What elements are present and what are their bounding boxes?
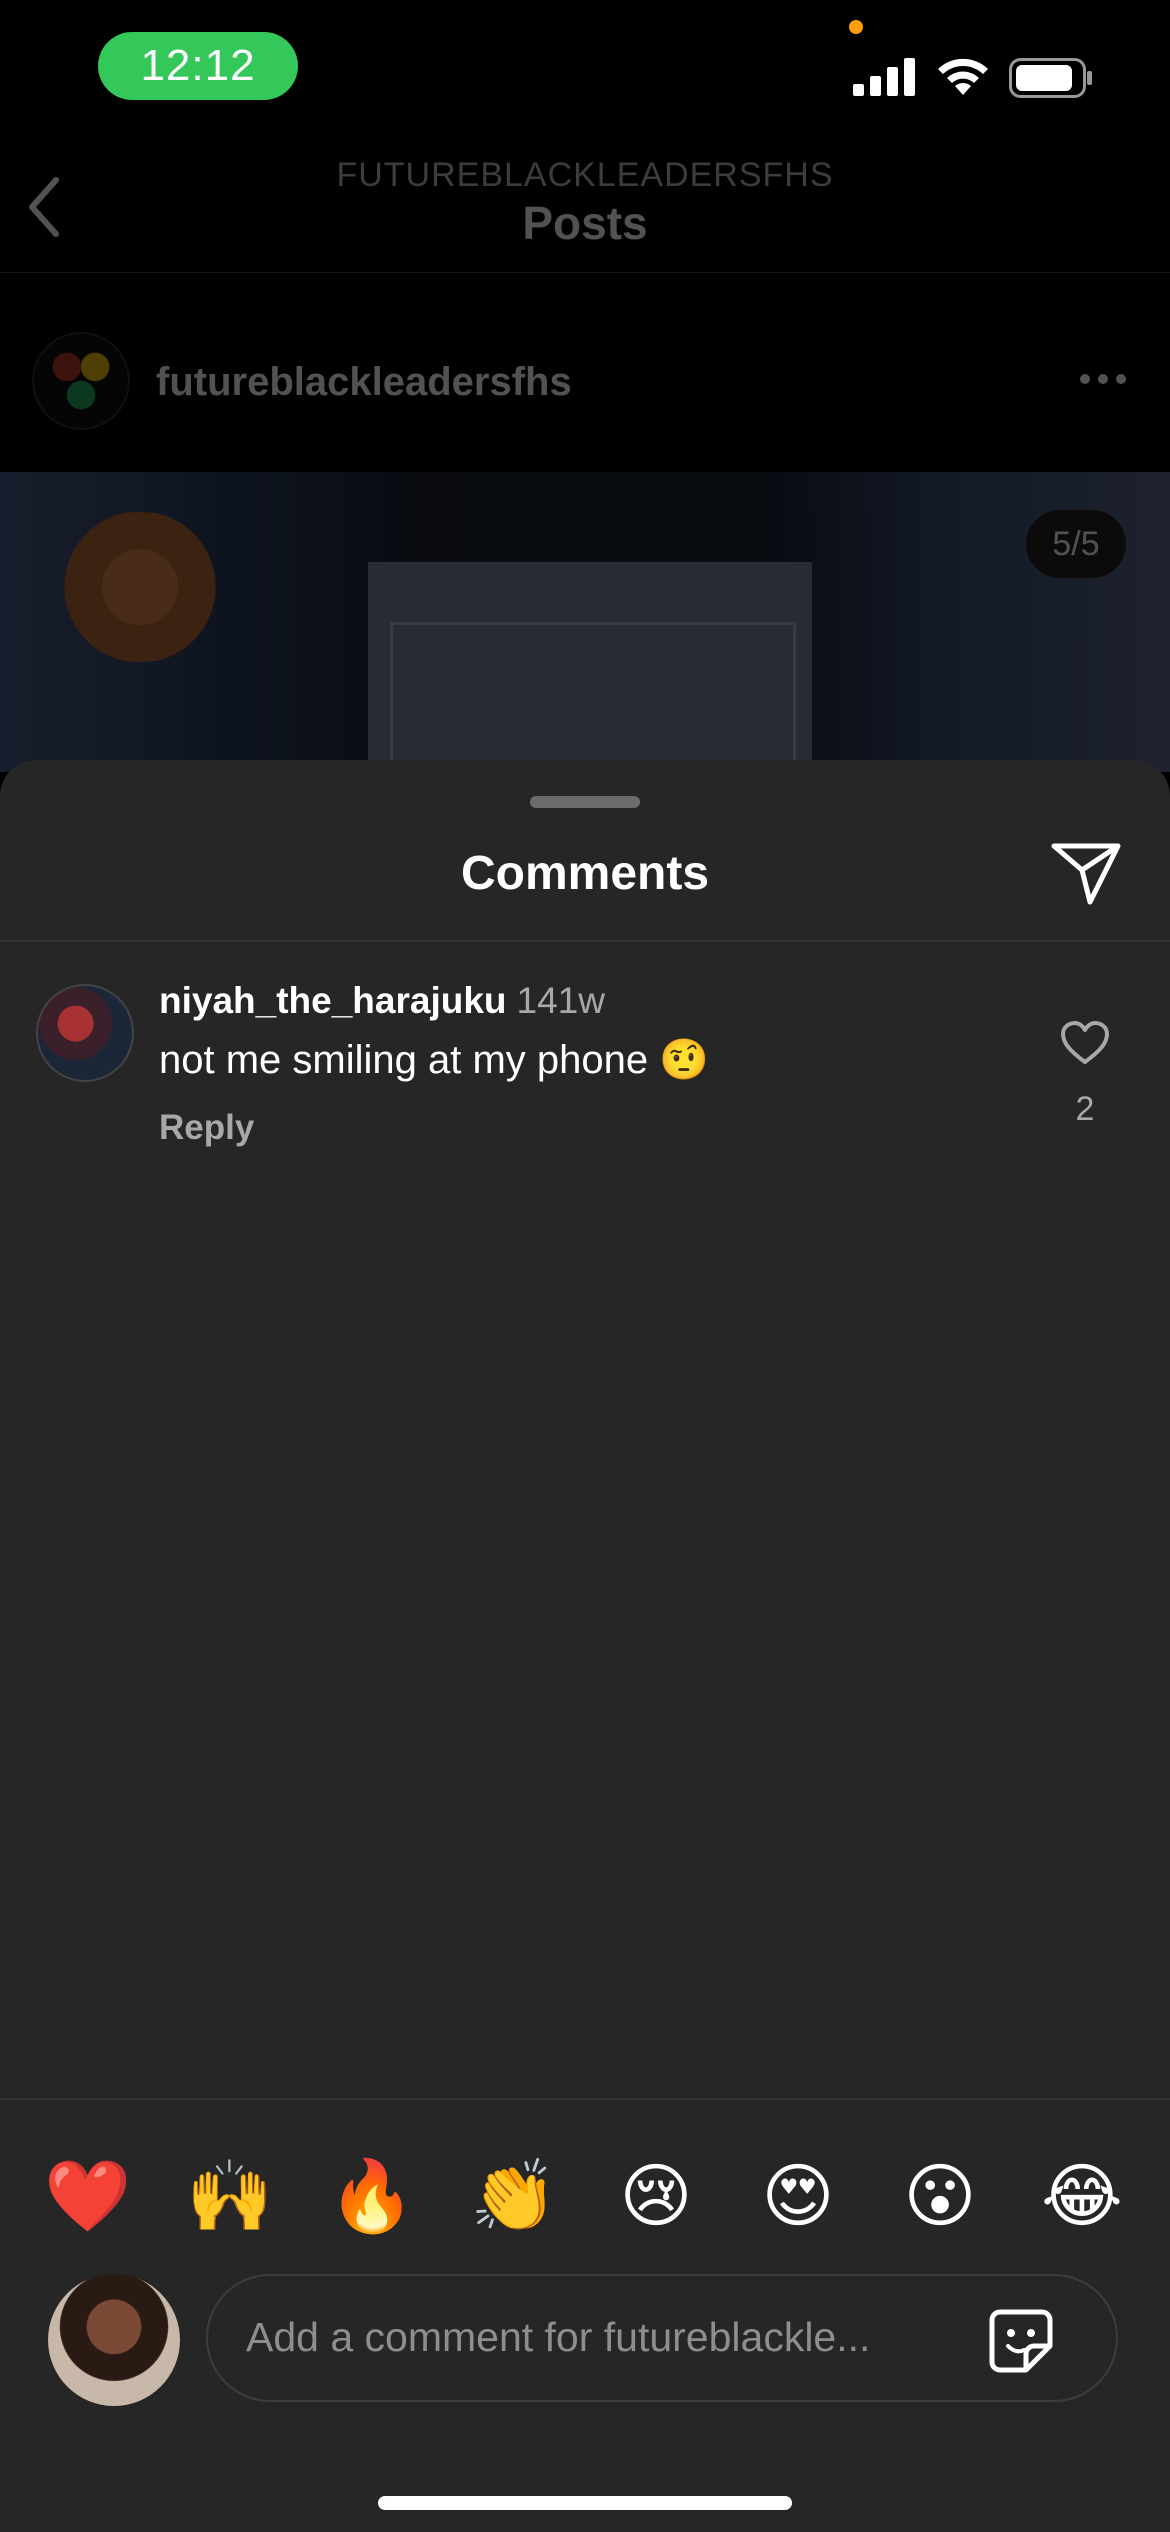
- status-time[interactable]: 12:12: [98, 32, 298, 100]
- comments-sheet: Comments niyah_the_harajuku 141w not me s…: [0, 760, 1170, 2532]
- comment-item: niyah_the_harajuku 141w not me smiling at…: [0, 980, 1170, 1180]
- background-post-view: FUTUREBLACKLEADERSFHS Posts futureblackl…: [0, 130, 1170, 772]
- wifi-icon: [938, 58, 988, 95]
- comment-input[interactable]: Add a comment for futureblackle...: [206, 2274, 1118, 2402]
- signal-icon: [853, 58, 915, 96]
- image-flower-mural: [40, 512, 240, 662]
- composer-divider: [0, 2098, 1170, 2100]
- more-icon[interactable]: [1078, 372, 1128, 386]
- sheet-divider: [0, 940, 1170, 942]
- comment-header: niyah_the_harajuku 141w: [159, 980, 605, 1022]
- post-image[interactable]: [0, 472, 1170, 772]
- battery-icon: [1009, 58, 1092, 98]
- commenter-username[interactable]: niyah_the_harajuku: [159, 980, 507, 1021]
- emoji-raised-hands[interactable]: 🙌: [180, 2146, 280, 2246]
- nav-header: FUTUREBLACKLEADERSFHS Posts: [0, 130, 1170, 273]
- heart-icon[interactable]: [1060, 1020, 1110, 1066]
- emoji-quick-bar: ❤️ 🙌 🔥 👏 😢 😍 😮 😂: [0, 2146, 1170, 2246]
- current-user-avatar: [48, 2274, 180, 2406]
- emoji-crying[interactable]: 😢: [606, 2146, 706, 2246]
- emoji-heart[interactable]: ❤️: [38, 2146, 138, 2246]
- sheet-grabber[interactable]: [530, 796, 640, 808]
- sticker-icon[interactable]: [986, 2306, 1056, 2376]
- screen: 12:12 FUTUREBLACKLEADERSFHS Posts future…: [0, 0, 1170, 2532]
- post-header: futureblackleadersfhs: [0, 272, 1170, 472]
- page-title: Posts: [522, 197, 648, 249]
- image-whiteboard-frame: [390, 622, 796, 772]
- camera-indicator-dot: [849, 20, 863, 34]
- comment-text: not me smiling at my phone 🤨: [159, 1038, 710, 1082]
- emoji-fire[interactable]: 🔥: [322, 2146, 422, 2246]
- post-username[interactable]: futureblackleadersfhs: [156, 360, 572, 405]
- post-avatar[interactable]: [32, 332, 130, 430]
- status-bar: 12:12: [0, 0, 1170, 130]
- comment-timestamp: 141w: [516, 980, 605, 1021]
- emoji-surprised[interactable]: 😮: [890, 2146, 990, 2246]
- emoji-clap[interactable]: 👏: [464, 2146, 564, 2246]
- reply-button[interactable]: Reply: [159, 1108, 254, 1148]
- like-count: 2: [1075, 1090, 1095, 1128]
- emoji-heart-eyes[interactable]: 😍: [748, 2146, 848, 2246]
- image-counter-badge: 5/5: [1026, 510, 1126, 578]
- nav-account-name: FUTUREBLACKLEADERSFHS: [336, 156, 834, 194]
- comments-title: Comments: [460, 847, 710, 900]
- comment-input-placeholder: Add a comment for futureblackle...: [246, 2314, 871, 2360]
- share-icon[interactable]: [1050, 840, 1122, 906]
- emoji-laughing[interactable]: 😂: [1032, 2146, 1132, 2246]
- commenter-avatar[interactable]: [36, 984, 134, 1082]
- home-indicator[interactable]: [378, 2496, 792, 2510]
